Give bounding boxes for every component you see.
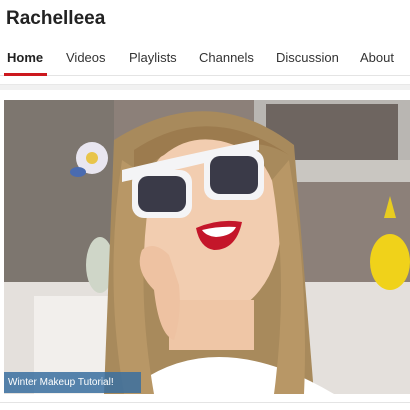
tab-about[interactable]: About	[360, 50, 394, 76]
channel-tabs: Home Videos Playlists Channels Discussio…	[0, 44, 410, 76]
video-thumbnail	[4, 100, 410, 394]
section-divider	[0, 84, 410, 90]
channel-name[interactable]: Rachelleea	[6, 8, 105, 30]
video-caption[interactable]: Winter Makeup Tutorial!	[4, 372, 141, 393]
tab-videos[interactable]: Videos	[66, 50, 106, 76]
tab-playlists[interactable]: Playlists	[129, 50, 177, 76]
bottom-divider	[0, 402, 410, 403]
tab-channels[interactable]: Channels	[199, 50, 254, 76]
active-tab-indicator	[4, 73, 47, 76]
featured-video-player[interactable]	[4, 100, 410, 394]
tab-discussion[interactable]: Discussion	[276, 50, 339, 76]
